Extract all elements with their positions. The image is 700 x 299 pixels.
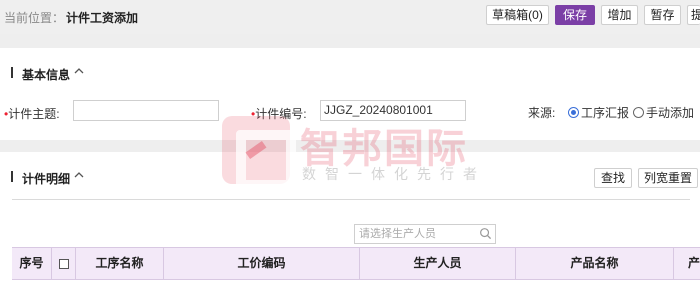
chevron-up-icon[interactable]	[74, 66, 84, 78]
table-header: 序号 工序名称 工价编码 生产人员 产品名称 产品	[12, 247, 700, 280]
detail-title: 计件明细	[22, 172, 71, 186]
basic-info-panel	[0, 48, 700, 140]
code-input[interactable]: JJGZ_20240801001	[320, 100, 466, 121]
source-radio-manual[interactable]: 手动添加	[633, 104, 694, 121]
search-icon[interactable]	[479, 227, 492, 240]
column-header-product: 产品名称	[516, 248, 674, 279]
source-radio-report[interactable]: 工序汇报	[568, 104, 629, 121]
hold-button[interactable]: 暂存	[644, 5, 681, 25]
source-label: 来源:	[528, 106, 556, 120]
breadcrumb-label: 当前位置：	[4, 11, 65, 25]
save-button[interactable]: 保存	[555, 5, 595, 25]
column-header-staff: 生产人员	[360, 248, 516, 279]
subject-label: •计件主题:	[4, 107, 60, 121]
top-bar: 当前位置： 计件工资添加 草稿箱(0) 保存 增加 暂存 提	[0, 0, 700, 34]
basic-info-title: 基本信息	[22, 68, 71, 82]
radio-selected-icon	[568, 107, 579, 118]
column-header-select	[52, 248, 76, 279]
find-button[interactable]: 查找	[594, 168, 632, 188]
drafts-button[interactable]: 草稿箱(0)	[486, 5, 549, 25]
section-marker	[11, 171, 13, 182]
column-header-product-more: 产品	[688, 256, 700, 270]
code-label: •计件编号:	[251, 107, 307, 121]
select-all-checkbox[interactable]	[58, 258, 69, 269]
subject-input[interactable]	[73, 100, 219, 121]
divider	[12, 199, 690, 200]
staff-search-input[interactable]: 请选择生产人员	[354, 224, 496, 244]
page-title: 计件工资添加	[66, 11, 139, 25]
column-header-index: 序号	[12, 248, 52, 279]
column-header-process: 工序名称	[76, 248, 164, 279]
column-header-rate-code: 工价编码	[164, 248, 360, 279]
radio-unselected-icon	[633, 107, 644, 118]
more-button[interactable]: 提	[687, 5, 700, 25]
reset-width-button[interactable]: 列宽重置	[638, 168, 698, 188]
add-button[interactable]: 增加	[601, 5, 638, 25]
chevron-up-icon[interactable]	[74, 170, 84, 182]
section-marker	[11, 67, 13, 78]
